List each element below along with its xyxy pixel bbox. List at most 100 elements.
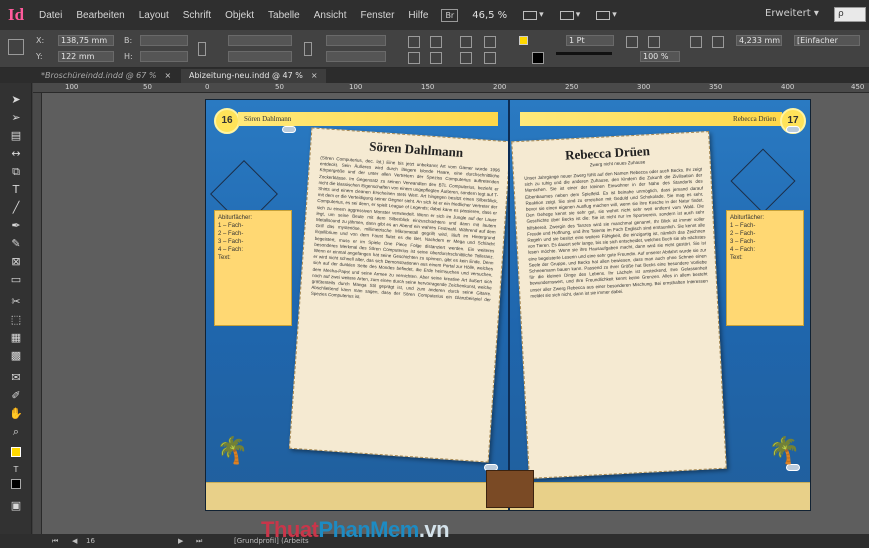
frame-fitting-icon[interactable]	[626, 36, 638, 48]
menu-fenster[interactable]: Fenster	[354, 10, 402, 21]
gradient-swatch-tool-icon[interactable]: ▦	[9, 331, 23, 345]
workspace-switcher[interactable]: Erweitert ▾	[765, 8, 819, 19]
page-number-field[interactable]: 16	[86, 534, 95, 548]
next-page-icon[interactable]: ▶	[178, 534, 183, 548]
page-number-badge: 16	[214, 108, 240, 134]
hand-tool-icon[interactable]: ✋	[9, 407, 23, 421]
flip-horizontal-icon[interactable]	[408, 52, 420, 64]
height-field[interactable]	[140, 51, 188, 62]
menu-schrift[interactable]: Schrift	[176, 10, 218, 21]
horizontal-ruler[interactable]: 100 50 0 50 100 150 200 250 300 350 400 …	[33, 83, 869, 93]
tab-abizeitung[interactable]: Abizeitung-neu.indd @ 47 % ×	[181, 69, 326, 83]
indesign-window: Id Datei Bearbeiten Layout Schrift Objek…	[0, 0, 869, 548]
previous-page-icon[interactable]: ◀	[72, 534, 77, 548]
ruler-label: 200	[493, 83, 507, 91]
menu-layout[interactable]: Layout	[132, 10, 176, 21]
offset-field[interactable]: 4,233 mm	[736, 35, 782, 46]
flip-vertical-icon[interactable]	[430, 52, 442, 64]
rotation-field[interactable]	[326, 35, 386, 46]
first-page-icon[interactable]: ⏮	[52, 534, 58, 548]
gradient-feather-tool-icon[interactable]: ▩	[9, 349, 23, 363]
scissors-tool-icon[interactable]: ✂	[9, 295, 23, 309]
free-transform-tool-icon[interactable]: ⬚	[9, 313, 23, 327]
tab-broschuere[interactable]: *Broschüreindd.indd @ 67 % ×	[33, 69, 179, 83]
y-position-field[interactable]: 122 mm	[58, 51, 114, 62]
direct-selection-tool-icon[interactable]: ➢	[9, 111, 23, 125]
vertical-ruler[interactable]	[33, 93, 42, 534]
constrain-scale-icon[interactable]	[304, 42, 312, 56]
rotate-cw-icon[interactable]	[408, 36, 420, 48]
screen-mode-icon	[559, 10, 574, 20]
gap-tool-icon[interactable]: ↔	[9, 147, 23, 161]
menu-tabelle[interactable]: Tabelle	[261, 10, 307, 21]
text-frame-rebecca[interactable]: Rebecca Drüen Zwerg nicht neues Zuhause …	[511, 131, 727, 479]
fx-icon[interactable]	[648, 36, 660, 48]
bridge-button[interactable]: Br	[441, 8, 459, 22]
view-options-dropdown[interactable]: ▾	[523, 10, 544, 20]
stroke-weight-field[interactable]: 1 Pt	[566, 35, 614, 46]
screen-mode-icon[interactable]: ▣	[9, 499, 23, 513]
select-next-icon[interactable]	[484, 52, 496, 64]
shear-field[interactable]	[326, 51, 386, 62]
document-spread[interactable]: 16 Sören Dahlmann Abiturfächer: 1 – Fach…	[205, 99, 811, 511]
corner-options-icon[interactable]	[712, 36, 724, 48]
last-page-icon[interactable]: ⏭	[196, 534, 202, 548]
zoom-level-select[interactable]: 46,5 %	[472, 10, 507, 21]
select-content-icon[interactable]	[484, 36, 496, 48]
menu-objekt[interactable]: Objekt	[218, 10, 261, 21]
page-17[interactable]: Rebecca Drüen 17 Abiturfächer: 1 – Fach-…	[510, 100, 810, 510]
header-name: Sören Dahlmann	[244, 115, 292, 123]
frame-line: 2 – Fach-	[730, 231, 756, 237]
constrain-proportions-icon[interactable]	[198, 42, 206, 56]
fill-swatch[interactable]	[519, 36, 528, 45]
text-wrap-icon[interactable]	[690, 36, 702, 48]
menu-ansicht[interactable]: Ansicht	[307, 10, 354, 21]
menu-hilfe[interactable]: Hilfe	[401, 10, 435, 21]
pencil-tool-icon[interactable]: ✎	[9, 237, 23, 251]
page-16[interactable]: 16 Sören Dahlmann Abiturfächer: 1 – Fach…	[206, 100, 511, 510]
rectangle-tool-icon[interactable]: ▭	[9, 273, 23, 287]
x-position-field[interactable]: 138,75 mm	[58, 35, 114, 46]
width-field[interactable]	[140, 35, 188, 46]
close-icon[interactable]: ×	[311, 71, 318, 80]
note-tool-icon[interactable]: ✉	[9, 371, 23, 385]
ruler-label: 400	[781, 83, 795, 91]
frame-line: 3 – Fach-	[730, 239, 756, 245]
stroke-swatch-icon[interactable]	[532, 52, 544, 64]
info-frame[interactable]: Abiturfächer: 1 – Fach- 2 – Fach- 3 – Fa…	[726, 210, 804, 326]
formatting-affects-text-icon[interactable]: T	[9, 463, 23, 477]
select-container-icon[interactable]	[460, 36, 472, 48]
apply-color-icon[interactable]	[11, 479, 21, 489]
stroke-type-preview[interactable]	[556, 52, 612, 55]
scale-x-field[interactable]	[228, 35, 292, 46]
screen-mode-dropdown[interactable]: ▾	[559, 10, 580, 20]
selection-tool-icon[interactable]: ➤	[9, 93, 23, 107]
menu-bearbeiten[interactable]: Bearbeiten	[69, 10, 131, 21]
object-style-select[interactable]: [Einfacher	[794, 35, 860, 46]
menu-datei[interactable]: Datei	[32, 10, 69, 21]
fill-color-icon[interactable]	[11, 447, 21, 457]
search-input[interactable]: ρ	[834, 7, 866, 22]
content-collector-icon[interactable]: ⧉	[9, 165, 23, 179]
frame-line: 1 – Fach-	[730, 223, 756, 229]
rotate-ccw-icon[interactable]	[430, 36, 442, 48]
close-icon[interactable]: ×	[164, 71, 171, 80]
page-tool-icon[interactable]: ▤	[9, 129, 23, 143]
arrange-documents-dropdown[interactable]: ▾	[596, 10, 617, 20]
photo-placeholder-frame[interactable]	[730, 148, 796, 214]
info-frame[interactable]: Abiturfächer: 1 – Fach- 2 – Fach- 3 – Fa…	[214, 210, 292, 326]
select-previous-icon[interactable]	[460, 52, 472, 64]
frame-text: Abiturfächer: 1 – Fach- 2 – Fach- 3 – Fa…	[730, 214, 764, 262]
line-tool-icon[interactable]: ╱	[9, 201, 23, 215]
type-tool-icon[interactable]: T	[9, 183, 23, 197]
zoom-tool-icon[interactable]: ⌕	[9, 425, 23, 439]
rectangle-frame-tool-icon[interactable]: ⊠	[9, 255, 23, 269]
opacity-field[interactable]: 100 %	[640, 51, 680, 62]
scale-y-field[interactable]	[228, 51, 292, 62]
reference-point-icon[interactable]	[8, 39, 24, 55]
text-frame-soeren[interactable]: Sören Dahlmann (Sören Computerius, dec. …	[289, 127, 511, 463]
link-icon[interactable]	[282, 126, 296, 133]
link-icon[interactable]	[786, 126, 800, 133]
pen-tool-icon[interactable]: ✒	[9, 219, 23, 233]
eyedropper-tool-icon[interactable]: ✐	[9, 389, 23, 403]
